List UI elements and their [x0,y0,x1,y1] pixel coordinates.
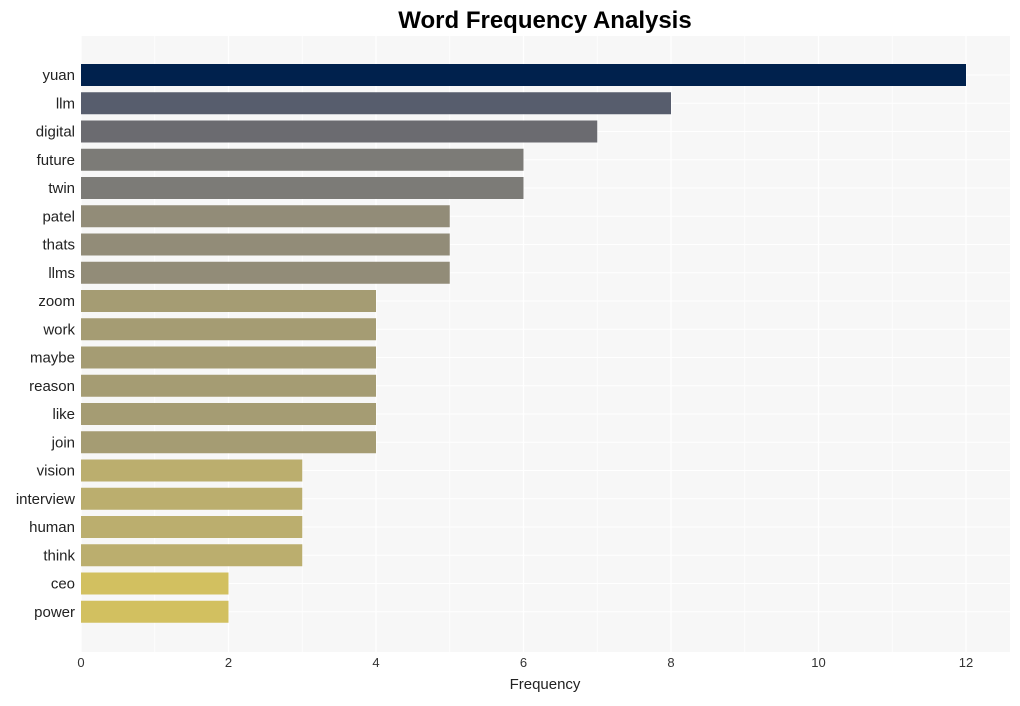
y-tick-label: twin [48,180,75,197]
y-tick-label: future [37,152,75,169]
x-tick-label: 8 [667,655,674,670]
x-tick-labels: 0 2 4 6 8 10 12 [77,655,973,670]
y-tick-label: maybe [30,350,75,367]
y-tick-label: like [52,406,75,423]
x-tick-label: 12 [959,655,973,670]
x-axis-label: Frequency [510,676,581,693]
x-tick-label: 2 [225,655,232,670]
y-tick-label: digital [36,124,75,141]
y-tick-label: zoom [38,293,75,310]
bar-interview [81,487,303,510]
y-tick-labels: yuan llm digital future twin patel thats llms zo… [16,67,76,621]
y-tick-label: interview [16,491,75,508]
bar-llms [81,261,450,284]
bar-reason [81,374,376,397]
y-tick-label: work [42,321,75,338]
y-tick-label: human [29,519,75,536]
y-tick-label: think [43,547,75,564]
bar-digital [81,120,598,143]
bar-work [81,318,376,341]
y-tick-label: yuan [42,67,75,84]
bar-power [81,600,229,623]
y-tick-label: llm [56,95,75,112]
y-tick-label: ceo [51,576,75,593]
y-tick-label: power [34,604,75,621]
bar-join [81,431,376,454]
bar-chart: Word Frequency Analysis yuan llm digital fu… [16,7,1010,693]
y-tick-label: vision [37,463,75,480]
x-tick-label: 10 [811,655,825,670]
bar-human [81,516,303,538]
bar-ceo [81,572,229,595]
bar-twin [81,177,524,199]
y-tick-label: reason [29,378,75,395]
y-tick-label: join [51,434,75,451]
x-tick-label: 4 [372,655,379,670]
bar-like [81,403,376,425]
bar-patel [81,205,450,228]
bar-zoom [81,290,376,312]
y-tick-label: llms [48,265,75,282]
bar-future [81,148,524,171]
chart-title: Word Frequency Analysis [398,7,691,34]
x-tick-label: 0 [77,655,84,670]
y-tick-label: patel [42,208,75,225]
x-tick-label: 6 [520,655,527,670]
bar-maybe [81,346,376,369]
bar-yuan [81,64,966,86]
bar-think [81,544,303,567]
y-tick-label: thats [42,237,75,254]
bar-vision [81,459,303,482]
bar-llm [81,92,671,115]
bar-thats [81,233,450,256]
